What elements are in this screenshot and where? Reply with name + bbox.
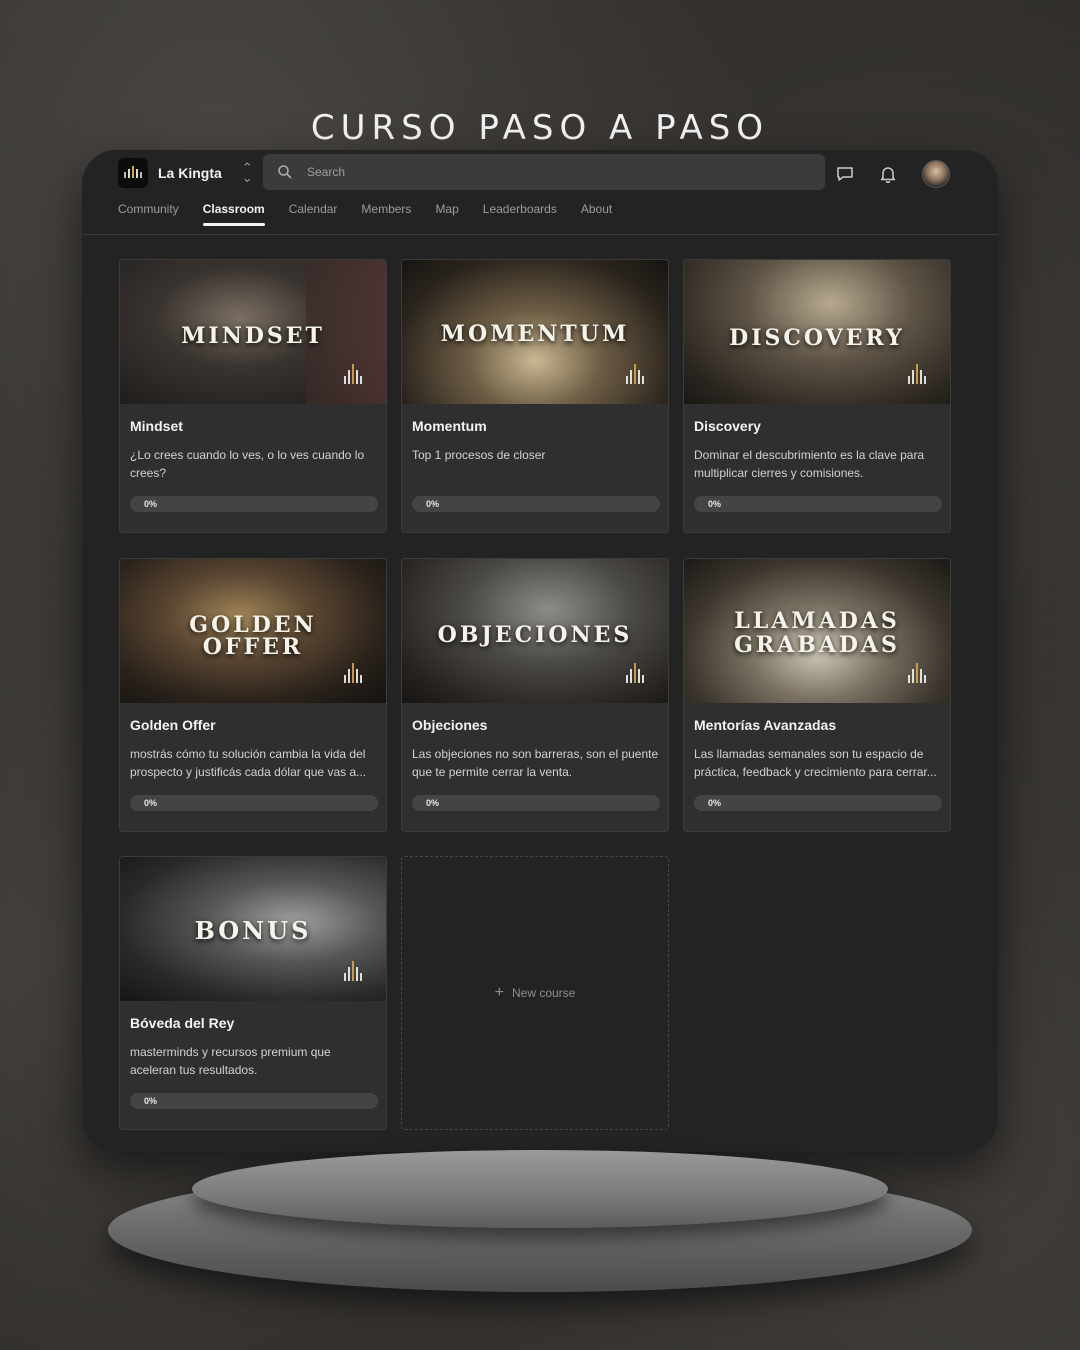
progress-label: 0% (708, 798, 722, 808)
progress-label: 0% (144, 1096, 158, 1106)
tab-community[interactable]: Community (118, 202, 179, 224)
course-title: Objeciones (412, 717, 488, 733)
tab-about[interactable]: About (581, 202, 612, 224)
course-title: Momentum (412, 418, 487, 434)
course-title: Mindset (130, 418, 183, 434)
brand-mark-icon (344, 362, 370, 384)
brand-mark-icon (344, 661, 370, 683)
avatar[interactable] (922, 160, 950, 188)
thumbnail-title: MINDSET (181, 323, 325, 349)
podium-top (192, 1150, 888, 1228)
thumbnail-title-line2: OFFER (202, 634, 304, 660)
course-card-mentorias-avanzadas[interactable]: LLAMADAS GRABADAS Mentorías Avanzadas La… (683, 558, 951, 832)
course-description: ¿Lo crees cuando lo ves, o lo ves cuando… (130, 448, 365, 480)
course-title: Mentorías Avanzadas (694, 717, 837, 733)
course-title: Golden Offer (130, 717, 216, 733)
header-actions (836, 160, 950, 188)
tab-classroom[interactable]: Classroom (202, 202, 265, 226)
brand-mark-icon (626, 362, 652, 384)
community-switcher[interactable]: La Kingta ⌃ ⌄ (118, 158, 253, 188)
course-card-golden-offer[interactable]: GOLDEN OFFER Golden Offer mostrás cómo t… (119, 558, 387, 832)
course-description: Las objeciones no son barreras, son el p… (412, 747, 659, 779)
course-description: Las llamadas semanales son tu espacio de… (694, 747, 937, 779)
community-name: La Kingta (158, 165, 222, 181)
brand-mark-icon (626, 661, 652, 683)
main-nav: Community Classroom Calendar Members Map… (118, 202, 612, 226)
chat-icon[interactable] (836, 166, 854, 182)
search-input[interactable] (305, 164, 789, 180)
progress-label: 0% (426, 499, 440, 509)
thumbnail-title: MOMENTUM (440, 321, 630, 347)
new-course-label: New course (511, 986, 576, 1000)
app-window: La Kingta ⌃⌄ Community Classroom Calenda… (82, 150, 998, 1152)
progress-bar: 0% (694, 795, 942, 811)
brand-mark-icon (908, 362, 934, 384)
course-card-objeciones[interactable]: OBJECIONES Objeciones Las objeciones no … (401, 558, 669, 832)
thumbnail-title-line2: GRABADAS (734, 632, 900, 658)
search-icon (278, 165, 292, 179)
brand-mark-icon (344, 959, 370, 981)
course-description: Dominar el descubrimiento es la clave pa… (694, 448, 925, 480)
course-thumbnail: BONUS (120, 857, 386, 1001)
course-card-mindset[interactable]: MINDSET Mindset ¿Lo crees cuando lo ves,… (119, 259, 387, 533)
progress-label: 0% (426, 798, 440, 808)
course-thumbnail: OBJECIONES (402, 559, 668, 703)
search-bar[interactable] (263, 154, 825, 190)
course-thumbnail: GOLDEN OFFER (120, 559, 386, 703)
course-card-discovery[interactable]: DISCOVERY Discovery Dominar el descubrim… (683, 259, 951, 533)
hero-title: CURSO PASO A PASO (310, 108, 770, 148)
course-card-boveda-del-rey[interactable]: BONUS Bóveda del Rey masterminds y recur… (119, 856, 387, 1130)
course-thumbnail: DISCOVERY (684, 260, 950, 404)
course-thumbnail: MOMENTUM (402, 260, 668, 404)
progress-bar: 0% (412, 496, 660, 512)
thumbnail-title-line1: LLAMADAS (734, 608, 900, 634)
progress-bar: 0% (130, 496, 378, 512)
progress-label: 0% (144, 798, 158, 808)
course-description: masterminds y recursos premium que acele… (130, 1045, 331, 1077)
progress-label: 0% (144, 499, 158, 509)
brand-mark-icon (908, 661, 934, 683)
progress-label: 0% (708, 499, 722, 509)
thumbnail-title: BONUS (194, 916, 312, 945)
thumbnail-title: OBJECIONES (437, 622, 633, 648)
course-description: Top 1 procesos de closer (412, 448, 546, 462)
progress-bar: 0% (130, 795, 378, 811)
top-bar: La Kingta ⌃⌄ Community Classroom Calenda… (82, 150, 998, 235)
bell-icon[interactable] (880, 165, 896, 183)
thumbnail-title: DISCOVERY (729, 325, 905, 351)
course-title: Discovery (694, 418, 761, 434)
course-title: Bóveda del Rey (130, 1015, 235, 1031)
progress-bar: 0% (130, 1093, 378, 1109)
tab-calendar[interactable]: Calendar (289, 202, 338, 224)
tab-leaderboards[interactable]: Leaderboards (483, 202, 557, 224)
tab-map[interactable]: Map (435, 202, 458, 224)
progress-bar: 0% (412, 795, 660, 811)
plus-icon: + (494, 984, 504, 1001)
tab-members[interactable]: Members (361, 202, 411, 224)
progress-bar: 0% (694, 496, 942, 512)
new-course-button[interactable]: + New course (401, 856, 669, 1130)
course-thumbnail: MINDSET (120, 260, 386, 404)
course-card-momentum[interactable]: MOMENTUM Momentum Top 1 procesos de clos… (401, 259, 669, 533)
brand-logo (118, 158, 148, 188)
course-description: mostrás cómo tu solución cambia la vida … (130, 747, 367, 779)
chevron-updown-icon: ⌃ ⌄ (241, 160, 253, 185)
course-thumbnail: LLAMADAS GRABADAS (684, 559, 950, 703)
